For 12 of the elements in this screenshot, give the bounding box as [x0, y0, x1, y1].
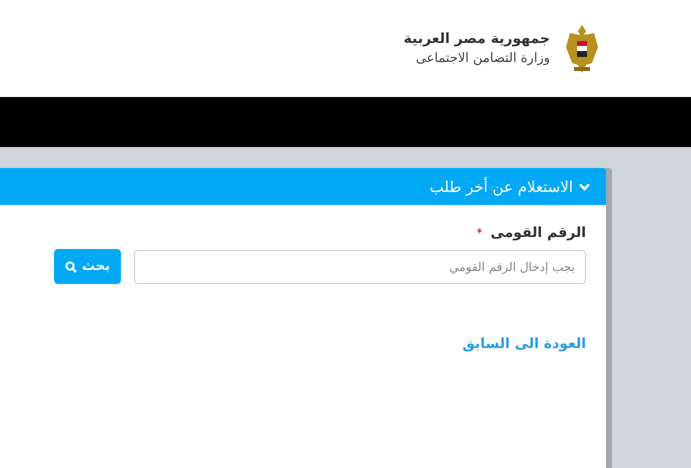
header-title: جمهورية مصر العربية — [404, 31, 550, 47]
eagle-emblem-icon — [564, 22, 600, 74]
chevron-icon — [579, 182, 590, 190]
national-id-field[interactable]: يجب إدخال الرقم القومي — [134, 250, 586, 284]
field-label: الرقم القومى — [490, 225, 586, 241]
required-mark: * — [476, 226, 482, 240]
panel-title: الاستعلام عن أخر طلب — [430, 178, 573, 196]
search-button[interactable]: بحث — [54, 249, 121, 284]
header-subtitle: وزارة التضامن الاجتماعى — [414, 51, 550, 66]
panel-header[interactable]: الاستعلام عن أخر طلب — [0, 168, 606, 205]
back-link[interactable]: العودة الى السابق — [462, 336, 586, 352]
search-icon — [65, 260, 77, 272]
